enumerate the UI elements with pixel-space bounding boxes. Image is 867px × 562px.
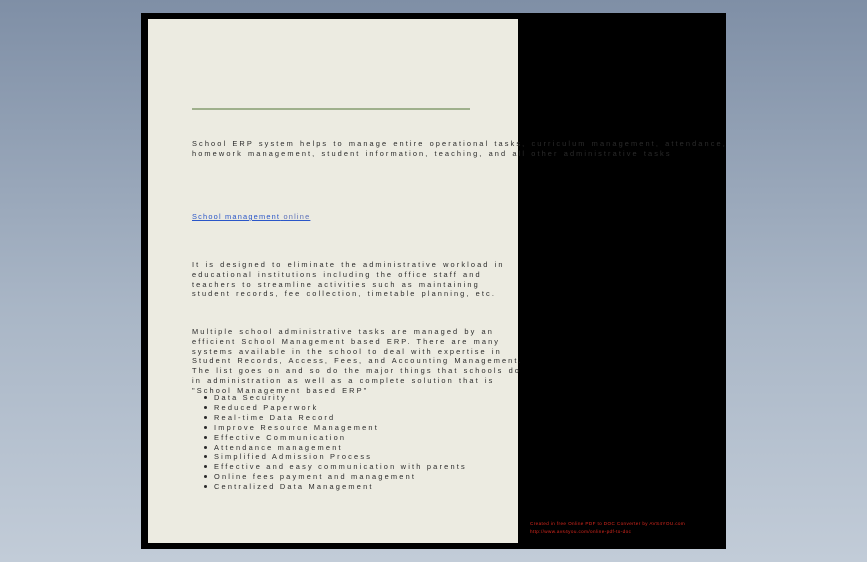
list-item: Centralized Data Management [204,482,544,492]
list-item: Online fees payment and management [204,472,544,482]
benefits-list: Data Security Reduced Paperwork Real-tim… [204,393,544,492]
list-item: Improve Resource Management [204,423,544,433]
design-paragraph: It is designed to eliminate the administ… [192,260,505,299]
intro-paragraph: School ERP system helps to manage entire… [192,139,727,158]
document-page: School ERP system helps to manage entire… [148,19,725,543]
list-item: Data Security [204,393,544,403]
list-item: Effective and easy communication with pa… [204,462,544,472]
list-item: Reduced Paperwork [204,403,544,413]
list-item: Effective Communication [204,433,544,443]
link-text[interactable]: School management [192,212,280,221]
list-item: Real-time Data Record [204,413,544,423]
list-item: Simplified Admission Process [204,452,544,462]
administration-paragraph: Multiple school administrative tasks are… [192,327,523,395]
header-divider [192,108,470,110]
credit-line: Created in free Online PDF to DOC Conver… [530,521,686,526]
credit-url[interactable]: http://www.avs4you.com/online-pdf-to-doc [530,528,720,536]
school-management-link[interactable]: School management online [192,212,310,221]
converter-credit: Created in free Online PDF to DOC Conver… [530,520,720,536]
list-item: Attendance management [204,443,544,453]
link-suffix: online [283,212,311,221]
